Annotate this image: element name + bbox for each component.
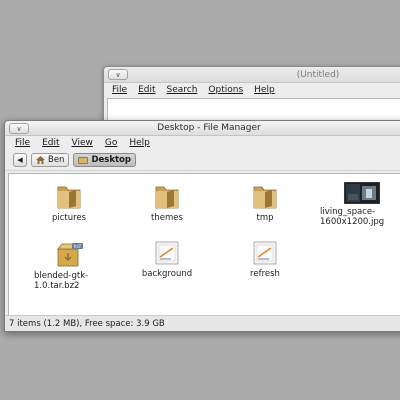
file-manager-window[interactable]: ∨ Desktop - File Manager File Edit View … bbox=[4, 120, 400, 332]
folder-icon bbox=[57, 186, 81, 209]
file-label: tmp bbox=[256, 213, 274, 223]
editor-menu-help[interactable]: Help bbox=[254, 85, 275, 95]
file-label: refresh bbox=[250, 269, 280, 279]
menu-view[interactable]: View bbox=[72, 138, 93, 148]
path-button-home[interactable]: Ben bbox=[31, 153, 70, 167]
menu-go[interactable]: Go bbox=[105, 138, 117, 148]
left-arrow-icon: ◀ bbox=[17, 156, 23, 164]
file-label: pictures bbox=[51, 213, 87, 223]
file-label: background bbox=[141, 269, 193, 279]
menu-help[interactable]: Help bbox=[129, 138, 150, 148]
file-manager-titlebar[interactable]: ∨ Desktop - File Manager bbox=[5, 121, 400, 136]
image-thumbnail-icon bbox=[344, 182, 380, 204]
path-button-current-label: Desktop bbox=[91, 155, 131, 165]
editor-menu-edit[interactable]: Edit bbox=[138, 85, 155, 95]
file-label: living_space-1600x1200.jpg bbox=[320, 207, 385, 227]
file-item-themes[interactable]: themes bbox=[122, 182, 212, 223]
home-icon bbox=[36, 156, 45, 164]
editor-titlebar[interactable]: ∨ (Untitled) bbox=[104, 67, 400, 83]
folder-icon bbox=[78, 156, 89, 164]
file-item-tmp[interactable]: tmp bbox=[220, 182, 310, 223]
file-item-background[interactable]: background bbox=[122, 240, 212, 279]
path-back-button[interactable]: ◀ bbox=[13, 153, 27, 167]
file-item-living-space-jpg[interactable]: living_space-1600x1200.jpg bbox=[314, 182, 400, 227]
file-item-refresh[interactable]: refresh bbox=[220, 240, 310, 279]
path-button-current[interactable]: Desktop bbox=[73, 153, 136, 167]
svg-text:bz2: bz2 bbox=[74, 244, 82, 249]
image-file-icon bbox=[253, 241, 277, 265]
file-item-blended-gtk-archive[interactable]: bz2 blended-gtk-1.0.tar.bz2 bbox=[24, 240, 114, 291]
editor-title: (Untitled) bbox=[296, 69, 340, 80]
file-manager-menubar: File Edit View Go Help bbox=[5, 136, 400, 150]
editor-menu-search[interactable]: Search bbox=[167, 85, 198, 95]
archive-icon: bz2 bbox=[57, 243, 83, 267]
menu-edit[interactable]: Edit bbox=[42, 138, 59, 148]
file-item-pictures[interactable]: pictures bbox=[24, 182, 114, 223]
editor-menu-options[interactable]: Options bbox=[208, 85, 243, 95]
path-bar: ◀ Ben Desktop bbox=[5, 150, 400, 171]
file-manager-title: Desktop - File Manager bbox=[157, 123, 261, 133]
file-label: themes bbox=[151, 213, 183, 223]
file-label: blended-gtk-1.0.tar.bz2 bbox=[34, 271, 89, 291]
path-button-home-label: Ben bbox=[48, 155, 65, 165]
menu-file[interactable]: File bbox=[15, 138, 30, 148]
editor-menubar: File Edit Search Options Help bbox=[104, 83, 400, 97]
folder-icon bbox=[155, 186, 179, 209]
status-text: 7 items (1.2 MB), Free space: 3.9 GB bbox=[9, 318, 165, 329]
folder-icon bbox=[253, 186, 277, 209]
file-list-view[interactable]: pictures themes tmp living_space-1600x12… bbox=[8, 173, 400, 317]
status-bar: 7 items (1.2 MB), Free space: 3.9 GB bbox=[5, 315, 400, 331]
image-file-icon bbox=[155, 241, 179, 265]
editor-menu-file[interactable]: File bbox=[112, 85, 127, 95]
